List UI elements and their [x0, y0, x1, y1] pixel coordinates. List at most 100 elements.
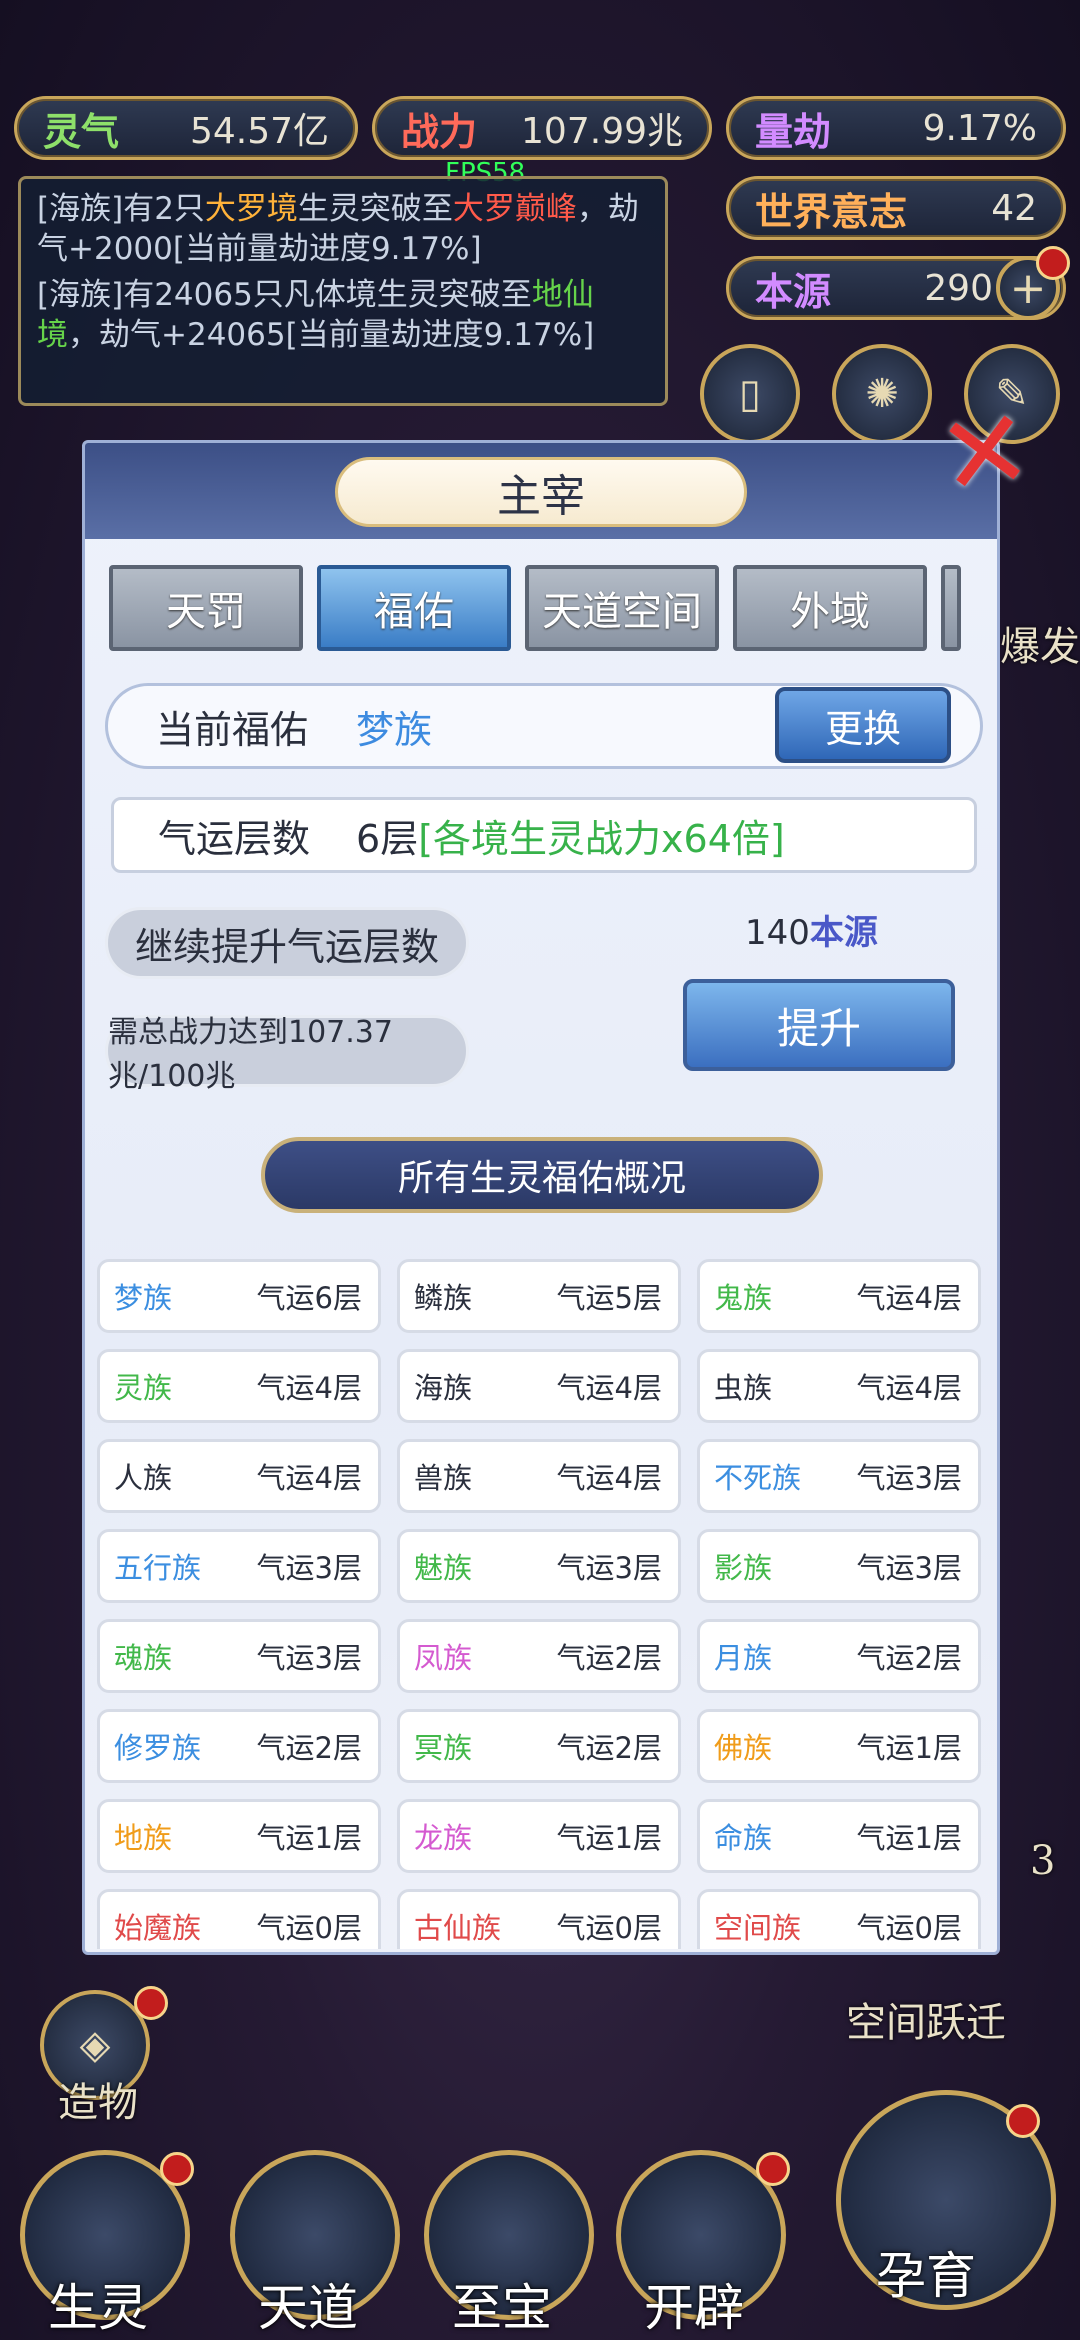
race-cell[interactable]: 虫族 气运4层 [697, 1349, 981, 1423]
lingqi-stat: 灵气 54.57亿 [14, 96, 358, 160]
race-cell[interactable]: 冥族 气运2层 [397, 1709, 681, 1783]
race-luck: 气运2层 [556, 1641, 662, 1675]
race-name: 魅族 [414, 1551, 473, 1585]
race-name: 鳞族 [414, 1281, 473, 1315]
benyuan-label: 本源 [755, 268, 832, 314]
race-name: 兽族 [414, 1461, 473, 1495]
race-luck: 气运5层 [556, 1281, 662, 1315]
race-name: 魂族 [114, 1641, 173, 1675]
vortex-icon[interactable]: ✺ [832, 344, 932, 444]
race-cell[interactable]: 鳞族 气运5层 [397, 1259, 681, 1333]
space-jump-label[interactable]: 空间跃迁 [846, 1990, 1006, 2048]
race-cell[interactable]: 凤族 气运2层 [397, 1619, 681, 1693]
race-luck: 气运1层 [556, 1821, 662, 1855]
race-cell[interactable]: 月族 气运2层 [697, 1619, 981, 1693]
race-name: 修罗族 [114, 1731, 202, 1765]
requirement-text: 需总战力达到107.37兆/100兆 [105, 1015, 469, 1094]
race-luck: 气运3层 [556, 1551, 662, 1585]
race-name: 鬼族 [714, 1281, 773, 1315]
race-luck: 气运2层 [556, 1731, 662, 1765]
shijie-label: 世界意志 [755, 188, 908, 234]
notification-dot [1006, 2104, 1040, 2138]
zhanli-value: 107.99兆 [521, 111, 683, 152]
race-name: 月族 [714, 1641, 773, 1675]
overview-banner: 所有生灵福佑概况 [261, 1137, 823, 1213]
race-cell[interactable]: 地族 气运1层 [97, 1799, 381, 1873]
race-luck: 气运4层 [556, 1461, 662, 1495]
notification-dot [756, 2152, 790, 2186]
nav-label[interactable]: 孕育 [876, 2236, 976, 2308]
dominator-panel: 主宰 天罚 福佑 天道空间 外域 当前福佑 梦族 更换 气运层数 6层 [各境生… [82, 440, 1000, 1955]
tab-bless[interactable]: 福佑 [317, 565, 511, 651]
race-cell[interactable]: 龙族 气运1层 [397, 1799, 681, 1873]
tab-more[interactable] [941, 565, 961, 651]
race-luck: 气运4层 [556, 1371, 662, 1405]
liangjie-stat: 量劫 9.17% [726, 96, 1066, 160]
race-name: 冥族 [414, 1731, 473, 1765]
explode-label[interactable]: 爆发 [1000, 614, 1080, 672]
race-name: 虫族 [714, 1371, 773, 1405]
continue-upgrade-label: 继续提升气运层数 [105, 907, 469, 979]
tab-bar: 天罚 福佑 天道空间 外域 [109, 565, 961, 651]
race-cell[interactable]: 命族 气运1层 [697, 1799, 981, 1873]
nav-label[interactable]: 开辟 [644, 2268, 744, 2340]
race-cell[interactable]: 古仙族 气运0层 [397, 1889, 681, 1949]
nav-label[interactable]: 天道 [258, 2268, 358, 2340]
race-luck: 气运4层 [256, 1371, 362, 1405]
race-grid: 梦族 气运6层 鳞族 气运5层 鬼族 气运4层 灵族 气运4层 海族 气运4层 虫族 气运4层 人族 气运… [97, 1259, 991, 1949]
race-cell[interactable]: 魂族 气运3层 [97, 1619, 381, 1693]
zhanli-label: 战力 [401, 108, 478, 154]
race-luck: 气运2层 [256, 1731, 362, 1765]
liangjie-value: 9.17% [922, 107, 1037, 149]
race-cell[interactable]: 佛族 气运1层 [697, 1709, 981, 1783]
race-cell[interactable]: 不死族 气运3层 [697, 1439, 981, 1513]
race-luck: 气运0层 [556, 1911, 662, 1945]
race-cell[interactable]: 魅族 气运3层 [397, 1529, 681, 1603]
race-cell[interactable]: 鬼族 气运4层 [697, 1259, 981, 1333]
race-name: 古仙族 [414, 1911, 502, 1945]
upgrade-button[interactable]: 提升 [683, 979, 955, 1071]
race-luck: 气运0层 [856, 1911, 962, 1945]
luck-label: 气运层数 [158, 816, 311, 861]
race-name: 海族 [414, 1371, 473, 1405]
shijie-stat: 世界意志 42 [726, 176, 1066, 240]
race-luck: 气运3层 [256, 1551, 362, 1585]
event-log: [海族]有2只大罗境生灵突破至大罗巅峰，劫气+2000[当前量劫进度9.17%]… [18, 176, 668, 406]
swap-button[interactable]: 更换 [775, 687, 951, 763]
upgrade-cost: 140本源 [745, 913, 878, 953]
race-name: 不死族 [714, 1461, 802, 1495]
nav-label[interactable]: 至宝 [452, 2268, 552, 2340]
tab-punish[interactable]: 天罚 [109, 565, 303, 651]
luck-level-row: 气运层数 6层 [各境生灵战力x64倍] [111, 797, 977, 873]
tab-outer-domain[interactable]: 外域 [733, 565, 927, 651]
race-name: 影族 [714, 1551, 773, 1585]
race-cell[interactable]: 灵族 气运4层 [97, 1349, 381, 1423]
zhanli-stat: 战力 107.99兆 [372, 96, 712, 160]
race-luck: 气运1层 [856, 1821, 962, 1855]
race-cell[interactable]: 兽族 气运4层 [397, 1439, 681, 1513]
race-cell[interactable]: 五行族 气运3层 [97, 1529, 381, 1603]
race-luck: 气运1层 [856, 1731, 962, 1765]
race-cell[interactable]: 梦族 气运6层 [97, 1259, 381, 1333]
race-luck: 气运3层 [256, 1641, 362, 1675]
luck-level: 6层 [356, 816, 419, 861]
nav-label[interactable]: 生灵 [48, 2268, 148, 2340]
race-name: 龙族 [414, 1821, 473, 1855]
race-cell[interactable]: 海族 气运4层 [397, 1349, 681, 1423]
race-cell[interactable]: 空间族 气运0层 [697, 1889, 981, 1949]
race-luck: 气运1层 [256, 1821, 362, 1855]
race-cell[interactable]: 始魔族 气运0层 [97, 1889, 381, 1949]
scroll-icon[interactable]: ▯ [700, 344, 800, 444]
race-cell[interactable]: 人族 气运4层 [97, 1439, 381, 1513]
race-name: 佛族 [714, 1731, 773, 1765]
close-icon[interactable]: ✕ [929, 383, 1041, 523]
side-number: 3 [1030, 1838, 1056, 1884]
race-cell[interactable]: 影族 气运3层 [697, 1529, 981, 1603]
lingqi-value: 54.57亿 [189, 111, 329, 152]
tab-dao-space[interactable]: 天道空间 [525, 565, 719, 651]
current-bless-value: 梦族 [356, 707, 433, 752]
race-cell[interactable]: 修罗族 气运2层 [97, 1709, 381, 1783]
race-name: 始魔族 [114, 1911, 202, 1945]
benyuan-value: 290 [924, 267, 993, 309]
create-label[interactable]: 造物 [58, 2070, 138, 2128]
